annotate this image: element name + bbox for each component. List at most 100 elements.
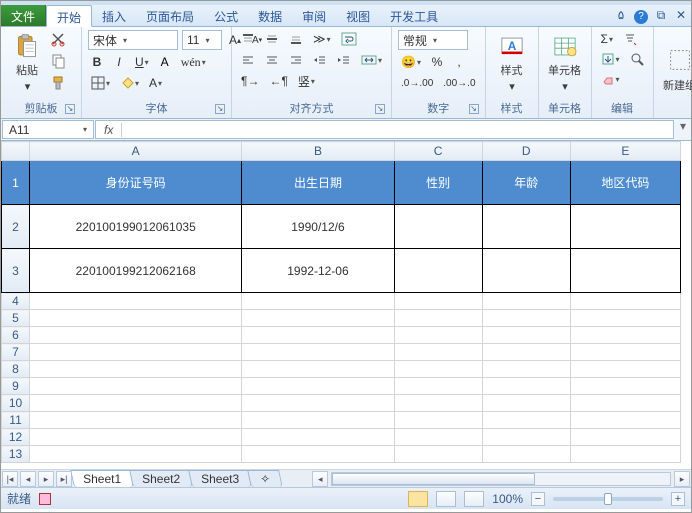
col-header[interactable]: C	[394, 142, 482, 161]
fill-icon[interactable]: ▾	[598, 50, 623, 68]
scroll-right-icon[interactable]: ▸	[674, 471, 690, 487]
accounting-format-icon[interactable]: 😀▾	[398, 53, 424, 71]
wrap-text-icon[interactable]	[338, 30, 360, 48]
cell[interactable]	[394, 327, 482, 344]
fx-icon[interactable]: fx	[96, 123, 122, 137]
cell[interactable]	[242, 395, 394, 412]
cell[interactable]: 220100199012061035	[30, 205, 242, 249]
cell[interactable]	[30, 395, 242, 412]
underline-icon[interactable]: U▾	[132, 53, 152, 71]
cell[interactable]	[30, 412, 242, 429]
cell[interactable]: 地区代码	[570, 161, 680, 205]
row-header[interactable]: 7	[2, 344, 30, 361]
autosum-icon[interactable]: Σ▾	[598, 30, 616, 48]
cell[interactable]	[394, 205, 482, 249]
font-color-icon[interactable]: A▾	[146, 74, 165, 92]
zoom-in-icon[interactable]: +	[671, 492, 685, 506]
cell[interactable]	[242, 344, 394, 361]
cell[interactable]	[482, 205, 570, 249]
cell[interactable]: 220100199212062168	[30, 249, 242, 293]
cell[interactable]	[394, 361, 482, 378]
cell[interactable]	[482, 293, 570, 310]
cell[interactable]	[570, 429, 680, 446]
cell[interactable]	[242, 310, 394, 327]
cell[interactable]: 年龄	[482, 161, 570, 205]
copy-icon[interactable]	[47, 52, 69, 70]
dialog-launcher-icon[interactable]: ↘	[65, 104, 75, 114]
tab-view[interactable]: 视图	[336, 5, 380, 26]
cell[interactable]	[570, 412, 680, 429]
font-color-a-icon[interactable]: A	[156, 53, 174, 71]
window-restore-icon[interactable]: ⧉	[651, 5, 671, 26]
cell[interactable]	[570, 395, 680, 412]
orientation-icon[interactable]: ≫▾	[310, 30, 334, 48]
normal-view-icon[interactable]	[408, 491, 428, 507]
cell[interactable]	[482, 344, 570, 361]
cell[interactable]	[570, 249, 680, 293]
new-sheet-icon[interactable]: ✧	[247, 470, 283, 487]
hscroll-thumb[interactable]	[332, 473, 535, 485]
page-break-view-icon[interactable]	[464, 491, 484, 507]
bold-icon[interactable]: B	[88, 53, 106, 71]
tab-layout[interactable]: 页面布局	[136, 5, 204, 26]
format-painter-icon[interactable]	[47, 74, 69, 92]
tab-dev[interactable]: 开发工具	[380, 5, 448, 26]
cell[interactable]	[482, 378, 570, 395]
clear-icon[interactable]: ▾	[598, 70, 623, 88]
cell[interactable]	[570, 327, 680, 344]
fill-color-icon[interactable]: ▾	[117, 74, 142, 92]
percent-icon[interactable]: %	[428, 53, 446, 71]
cell[interactable]	[30, 344, 242, 361]
help-icon[interactable]: ?	[631, 5, 651, 26]
prev-sheet-icon[interactable]: ◂	[20, 471, 36, 487]
row-header[interactable]: 4	[2, 293, 30, 310]
last-sheet-icon[interactable]: ▸|	[56, 471, 72, 487]
sort-filter-icon[interactable]	[620, 30, 640, 48]
cell[interactable]	[30, 361, 242, 378]
increase-decimal-icon[interactable]: .0→.00	[398, 74, 436, 92]
row-header[interactable]: 5	[2, 310, 30, 327]
row-header[interactable]: 9	[2, 378, 30, 395]
rtl-icon[interactable]: ←¶	[266, 72, 290, 90]
cell[interactable]	[482, 412, 570, 429]
col-header[interactable]: B	[242, 142, 394, 161]
cell[interactable]: 身份证号码	[30, 161, 242, 205]
styles-button[interactable]: A 样式▾	[492, 30, 532, 96]
col-header[interactable]: D	[482, 142, 570, 161]
cell[interactable]	[30, 446, 242, 463]
row-header[interactable]: 12	[2, 429, 30, 446]
decrease-decimal-icon[interactable]: .00→.0	[440, 74, 478, 92]
cell[interactable]	[394, 310, 482, 327]
row-header[interactable]: 8	[2, 361, 30, 378]
cell[interactable]	[394, 429, 482, 446]
row-header[interactable]: 2	[2, 205, 30, 249]
cell[interactable]	[394, 446, 482, 463]
row-header[interactable]: 3	[2, 249, 30, 293]
cell[interactable]	[242, 361, 394, 378]
cell[interactable]	[482, 327, 570, 344]
align-left-icon[interactable]	[238, 51, 258, 69]
row-header[interactable]: 11	[2, 412, 30, 429]
cell[interactable]	[570, 293, 680, 310]
cell[interactable]	[394, 344, 482, 361]
align-right-icon[interactable]	[286, 51, 306, 69]
ltr-icon[interactable]: ¶→	[238, 72, 262, 90]
cell[interactable]	[570, 344, 680, 361]
name-box[interactable]: A11▾	[2, 120, 94, 139]
sheet-tab[interactable]: Sheet1	[70, 470, 134, 487]
row-header[interactable]: 1	[2, 161, 30, 205]
cell[interactable]: 出生日期	[242, 161, 394, 205]
cell[interactable]	[482, 249, 570, 293]
cell[interactable]	[30, 378, 242, 395]
cell[interactable]: 1990/12/6	[242, 205, 394, 249]
border-icon[interactable]: ▾	[88, 74, 113, 92]
cell[interactable]	[482, 361, 570, 378]
cell[interactable]	[242, 412, 394, 429]
cells-button[interactable]: 单元格▾	[545, 30, 585, 96]
cell[interactable]	[394, 378, 482, 395]
cell[interactable]	[242, 293, 394, 310]
font-name-combo[interactable]: 宋体▾	[88, 30, 178, 50]
cell[interactable]: 1992-12-06	[242, 249, 394, 293]
col-header[interactable]: E	[570, 142, 680, 161]
increase-indent-icon[interactable]	[334, 51, 354, 69]
